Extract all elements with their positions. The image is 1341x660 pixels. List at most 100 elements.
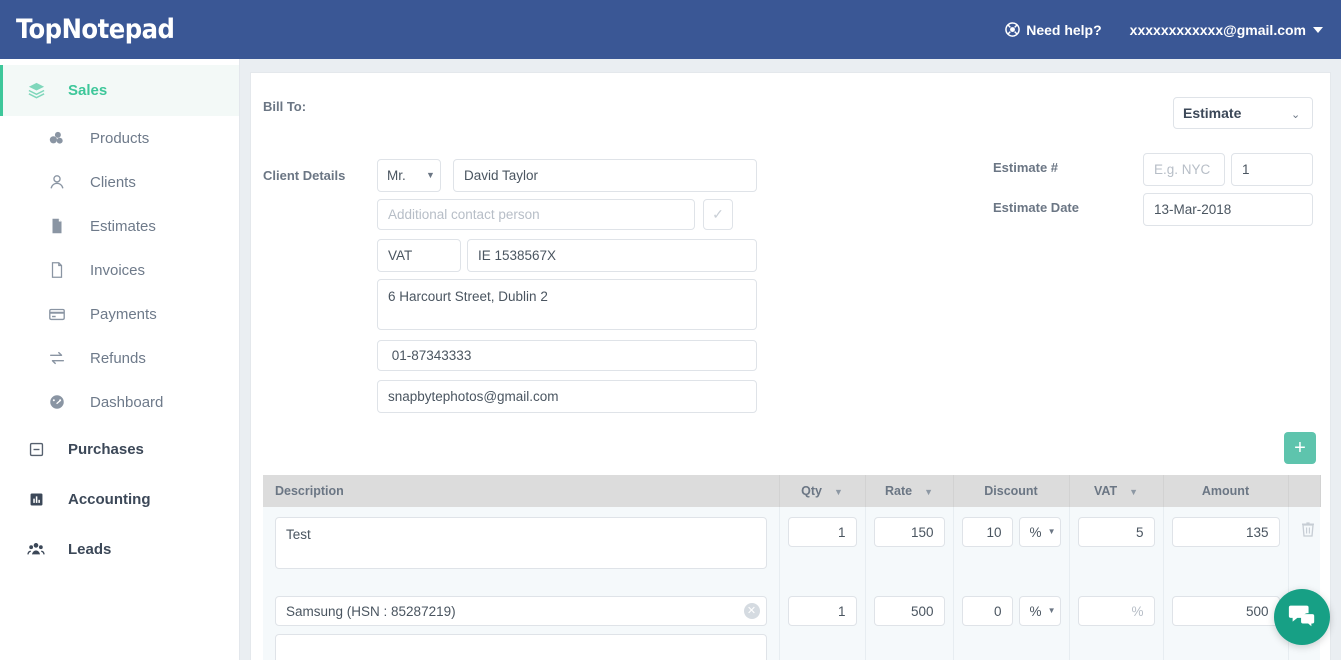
cell-delete (1288, 507, 1320, 586)
need-help-button[interactable]: Need help? (1005, 22, 1102, 38)
exchange-icon (46, 349, 68, 367)
item-vat-input[interactable] (1077, 596, 1155, 626)
top-header-bar: TopNotepad Need help? xxxxxxxxxxxx@gmail… (0, 0, 1341, 59)
tax-number-input[interactable] (467, 239, 757, 272)
estimate-form-card: Bill To: Client Details Mr. ▼ ✓ 6 Harcou… (250, 72, 1331, 660)
sidebar-item-label: Purchases (68, 440, 144, 458)
logo-top-text: Top (16, 14, 62, 45)
sidebar-item-label: Clients (90, 173, 136, 191)
sidebar-item-label: Accounting (68, 490, 151, 508)
bill-to-label: Bill To: (263, 99, 307, 114)
sidebar-item-refunds[interactable]: Refunds (0, 336, 239, 380)
estimate-number-label: Estimate # (993, 160, 1059, 175)
people-icon (24, 540, 48, 558)
sidebar-item-purchases[interactable]: Purchases (0, 424, 239, 474)
sidebar-item-invoices[interactable]: Invoices (0, 248, 239, 292)
column-label: Qty (801, 484, 822, 498)
cell-rate (865, 507, 954, 586)
salutation-select[interactable]: Mr. (377, 159, 441, 192)
chevron-down-icon: ▼ (833, 487, 843, 497)
column-header-discount[interactable]: Discount (953, 475, 1070, 507)
sidebar-item-estimates[interactable]: Estimates (0, 204, 239, 248)
sidebar-item-payments[interactable]: Payments (0, 292, 239, 336)
column-label: Amount (1201, 484, 1250, 498)
phone-input[interactable] (377, 340, 757, 371)
sidebar-item-label: Products (90, 129, 150, 147)
app-logo[interactable]: TopNotepad (16, 14, 175, 45)
item-discount-unit-select[interactable]: % (1018, 517, 1061, 547)
item-description-input[interactable]: Test (275, 517, 767, 569)
product-picker-wrapper: ✕ (275, 596, 767, 626)
sidebar-item-dashboard[interactable]: Dashboard (0, 380, 239, 424)
sidebar-item-products[interactable]: Products (0, 116, 239, 160)
chat-widget-button[interactable] (1274, 589, 1330, 645)
logo-notepad-text: Notepad (61, 14, 175, 45)
cell-vat (1069, 507, 1164, 586)
main-content-area: Bill To: Client Details Mr. ▼ ✓ 6 Harcou… (240, 59, 1341, 660)
document-type-select[interactable]: Estimate (1173, 97, 1313, 129)
trash-icon[interactable] (1301, 521, 1315, 537)
clear-circle-icon[interactable]: ✕ (743, 603, 760, 619)
cell-discount: % ▼ (953, 586, 1070, 660)
client-details-label: Client Details (263, 168, 346, 183)
document-outline-icon (46, 261, 68, 279)
column-header-qty[interactable]: Qty ▼ (779, 475, 866, 507)
item-amount-input (1171, 596, 1280, 626)
layers-icon (24, 81, 48, 100)
gauge-icon (46, 393, 68, 411)
estimate-number-input[interactable] (1231, 153, 1313, 186)
item-vat-input[interactable] (1077, 517, 1155, 547)
item-qty-input[interactable] (787, 517, 857, 547)
table-header-row: Description Qty ▼ Rate ▼ Discount VAT ▼ Amo… (263, 475, 1321, 507)
table-row: ✕ % (263, 586, 1320, 660)
item-discount-unit-select[interactable]: % (1018, 596, 1061, 626)
cell-qty (779, 586, 866, 660)
item-discount-input[interactable] (961, 517, 1013, 547)
user-menu[interactable]: xxxxxxxxxxxx@gmail.com (1130, 22, 1323, 38)
chevron-down-icon (1313, 26, 1323, 33)
header-right-group: Need help? xxxxxxxxxxxx@gmail.com (1005, 22, 1323, 38)
check-icon: ✓ (712, 206, 724, 222)
address-textarea[interactable]: 6 Harcourt Street, Dublin 2 (377, 279, 757, 330)
item-amount-input (1171, 517, 1280, 547)
tax-label-input[interactable] (377, 239, 461, 272)
chat-bubbles-icon (1287, 600, 1317, 635)
cell-qty (779, 507, 866, 586)
user-icon (46, 173, 68, 191)
discount-unit-wrapper: % ▼ (1018, 596, 1061, 626)
chevron-down-icon: ▼ (924, 487, 933, 497)
item-rate-input[interactable] (873, 517, 945, 547)
sidebar-item-leads[interactable]: Leads (0, 524, 239, 574)
client-name-input[interactable] (453, 159, 757, 192)
sidebar-item-label: Leads (68, 540, 112, 558)
contact-person-input[interactable] (377, 199, 695, 230)
item-discount-input[interactable] (961, 596, 1013, 626)
column-header-amount[interactable]: Amount (1163, 475, 1289, 507)
contact-confirm-button[interactable]: ✓ (703, 199, 733, 230)
add-line-item-button[interactable]: + (1284, 432, 1316, 464)
item-description-input[interactable] (275, 634, 767, 660)
item-rate-input[interactable] (873, 596, 945, 626)
sidebar-item-sales[interactable]: Sales (0, 65, 239, 116)
sidebar-item-clients[interactable]: Clients (0, 160, 239, 204)
item-product-input[interactable] (275, 596, 767, 626)
user-email-label: xxxxxxxxxxxx@gmail.com (1129, 21, 1306, 38)
cell-amount (1163, 586, 1289, 660)
email-input[interactable] (377, 380, 757, 413)
column-header-description[interactable]: Description (263, 475, 780, 507)
column-header-vat[interactable]: VAT ▼ (1069, 475, 1164, 507)
item-qty-input[interactable] (787, 596, 857, 626)
sidebar: Sales Products Clients Estimates Invoice… (0, 59, 240, 660)
column-header-rate[interactable]: Rate ▼ (865, 475, 954, 507)
chevron-down-icon: ▼ (1129, 487, 1139, 497)
document-filled-icon (46, 217, 68, 235)
column-header-actions (1288, 475, 1321, 507)
cell-rate (865, 586, 954, 660)
estimate-prefix-input[interactable] (1143, 153, 1225, 186)
sidebar-item-label: Invoices (90, 261, 146, 279)
cell-vat (1069, 586, 1164, 660)
sidebar-item-label: Dashboard (90, 393, 164, 411)
sidebar-item-accounting[interactable]: Accounting (0, 474, 239, 524)
cell-description: ✕ (263, 586, 780, 660)
estimate-date-input[interactable] (1143, 193, 1313, 226)
